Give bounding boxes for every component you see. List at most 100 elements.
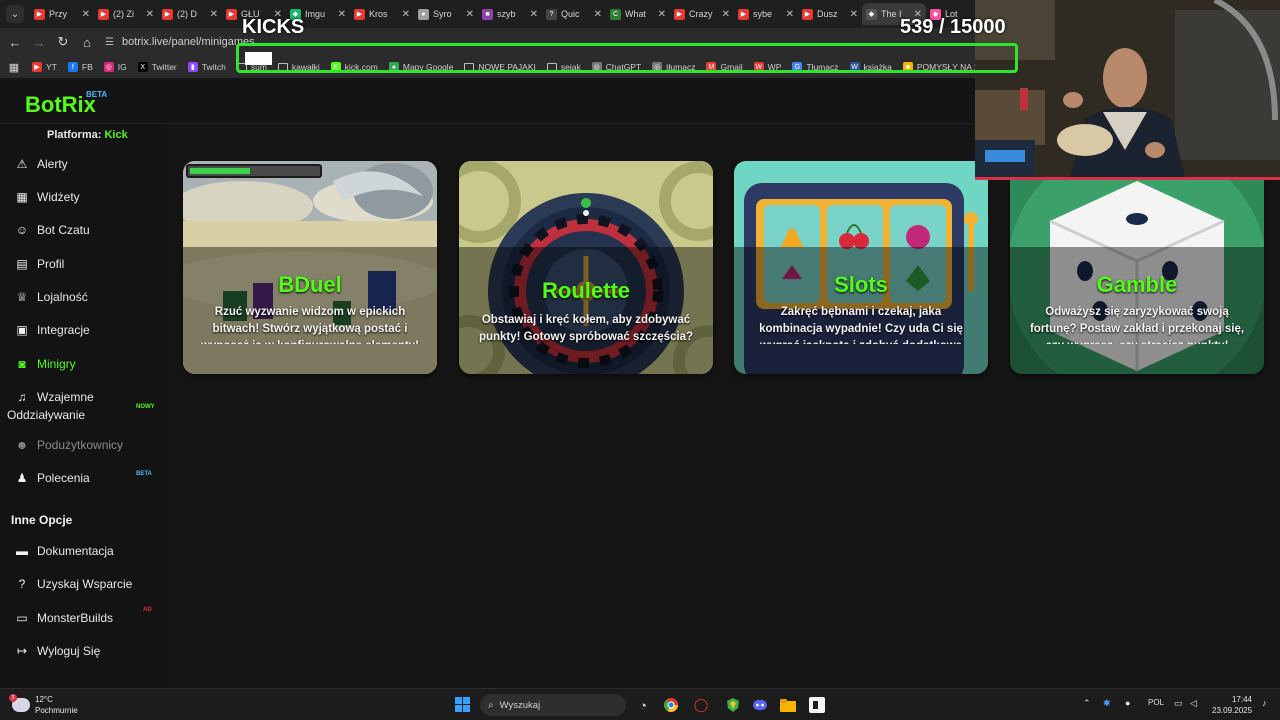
sidebar-item-widżety[interactable]: ▦ Widżety <box>14 190 79 204</box>
microphone-icon[interactable]: ● <box>1125 698 1130 708</box>
platform-label: Platforma: <box>47 129 102 141</box>
users-icon: ☻ <box>15 438 29 452</box>
home-icon[interactable]: ⌂ <box>75 30 99 54</box>
close-tab-icon[interactable]: ✕ <box>530 9 538 20</box>
sidebar-item-alerty[interactable]: ⚠ Alerty <box>14 157 68 171</box>
close-tab-icon[interactable]: ✕ <box>146 9 154 20</box>
chevron-up-icon[interactable]: ⌃ <box>1083 698 1091 709</box>
bookmark-item[interactable]: f FB <box>67 62 93 72</box>
clock-date: 23.09.2025 <box>1212 706 1253 715</box>
close-tab-icon[interactable]: ✕ <box>722 9 730 20</box>
bookmark-item[interactable]: ▶ YT <box>32 62 57 72</box>
reload-icon[interactable]: ↻ <box>51 30 75 54</box>
tab-favicon-icon: ▶ <box>354 8 365 20</box>
search-icon: ⌕ <box>488 699 494 711</box>
browser-tab[interactable]: ● Syro ✕ <box>414 3 478 25</box>
browser-tab[interactable]: ■ szyb ✕ <box>478 3 542 25</box>
webcam-feed <box>975 0 1280 178</box>
system-clock[interactable]: 17:44 23.09.2025 <box>1212 694 1252 716</box>
browser-tab[interactable]: ▶ Przy ✕ <box>30 3 94 25</box>
tab-title: Przy <box>49 9 67 19</box>
bookmark-item[interactable]: ◎ IG <box>103 62 127 72</box>
logout-icon: ↦ <box>16 644 28 658</box>
game-description: Zakręć bębnami i czekaj, jaka kombinacja… <box>759 306 963 344</box>
taskbar-app-icon[interactable] <box>806 694 828 716</box>
sidebar-item-minigry[interactable]: ◙ Minigry <box>14 357 75 371</box>
bookmark-favicon-icon: ▶ <box>32 62 42 72</box>
game-card-roulette[interactable]: Roulette Obstawiaj i kręć kołem, aby zdo… <box>459 161 713 374</box>
sidebar-item-bot-czatu[interactable]: ☺ Bot Czatu <box>14 223 90 237</box>
tab-search-dropdown-icon[interactable]: ⌄ <box>6 5 24 23</box>
tab-favicon-icon: ? <box>546 8 557 20</box>
browser-tab[interactable]: ▶ Crazy ✕ <box>670 3 734 25</box>
app-header: BotRix BETA <box>0 78 975 124</box>
taskbar-app-icon[interactable]: ◔ <box>632 694 654 716</box>
gamepad-icon: ◙ <box>18 357 26 371</box>
browser-tab[interactable]: ▶ Dusz ✕ <box>798 3 862 25</box>
bookmark-label: YT <box>46 62 57 72</box>
sidebar-item-monsterbuilds[interactable]: ▭ MonsterBuilds <box>14 611 113 625</box>
bluetooth-icon[interactable]: ✱ <box>1103 698 1111 709</box>
close-tab-icon[interactable]: ✕ <box>658 9 666 20</box>
tab-title: Quic <box>561 9 580 19</box>
close-tab-icon[interactable]: ✕ <box>594 9 602 20</box>
browser-tab[interactable]: ▶ Kros ✕ <box>350 3 414 25</box>
shield-browser-icon[interactable] <box>722 694 744 716</box>
game-title: Gamble <box>1096 272 1178 297</box>
sidebar-item-wyloguj-się[interactable]: ↦ Wyloguj Się <box>14 644 100 658</box>
chrome-icon[interactable] <box>660 694 682 716</box>
windows-start-icon[interactable] <box>455 697 470 712</box>
sidebar-item-integracje[interactable]: ▣ Integracje <box>14 323 89 337</box>
discord-icon[interactable] <box>749 694 771 716</box>
sidebar-item-podużytkownicy[interactable]: ☻ Podużytkownicy <box>14 438 123 452</box>
browser-tab[interactable]: C What ✕ <box>606 3 670 25</box>
browser-tab[interactable]: ▶ sybe ✕ <box>734 3 798 25</box>
close-tab-icon[interactable]: ✕ <box>850 9 858 20</box>
close-tab-icon[interactable]: ✕ <box>402 9 410 20</box>
browser-tab[interactable]: ▶ (2) Zi ✕ <box>94 3 158 25</box>
close-tab-icon[interactable]: ✕ <box>82 9 90 20</box>
sidebar-item-polecenia[interactable]: ♟ Polecenia <box>14 471 90 485</box>
taskbar-search[interactable]: ⌕ Wyszukaj <box>480 694 626 716</box>
file-explorer-icon[interactable] <box>777 694 799 716</box>
language-indicator[interactable]: POL <box>1148 698 1164 707</box>
address-bar[interactable]: ☰ botrix.live/panel/minigames <box>105 31 255 53</box>
tab-title: Crazy <box>689 9 713 19</box>
opera-icon[interactable]: ◯ <box>690 694 712 716</box>
sidebar-item-wzajemne[interactable]: ♫ Wzajemne <box>14 390 94 404</box>
site-info-icon[interactable]: ☰ <box>105 37 114 48</box>
network-icon[interactable]: ▭ <box>1174 698 1183 709</box>
sidebar-item-lojalność[interactable]: ♕ Lojalność <box>14 290 88 304</box>
close-tab-icon[interactable]: ✕ <box>338 9 346 20</box>
sidebar-item-label-continued[interactable]: Oddziaływanie <box>7 408 85 422</box>
notification-bell-icon[interactable]: ♪ <box>1262 698 1267 708</box>
url-text: botrix.live/panel/minigames <box>121 36 255 48</box>
close-tab-icon[interactable]: ✕ <box>466 9 474 20</box>
game-card-gamble[interactable]: Gamble Odważysz się zaryzykować swoją fo… <box>1010 161 1264 374</box>
sidebar-item-label: Polecenia <box>37 471 90 485</box>
tab-title: What <box>625 9 647 19</box>
forward-arrow-icon[interactable]: → <box>27 30 51 54</box>
close-tab-icon[interactable]: ✕ <box>786 9 794 20</box>
tab-title: szyb <box>497 9 516 19</box>
bookmark-item[interactable]: X Twitter <box>137 62 177 72</box>
sidebar-item-profil[interactable]: ▤ Profil <box>14 257 64 271</box>
weather-widget[interactable]: 3 12°C Pochmurnie <box>9 694 78 716</box>
widgets-icon: ▦ <box>16 190 28 204</box>
bookmark-item[interactable]: ▮ Twitch <box>187 62 226 72</box>
close-tab-icon[interactable]: ✕ <box>210 9 218 20</box>
tab-title: Kros <box>369 9 388 19</box>
apps-grid-icon[interactable]: ▦ <box>2 55 26 79</box>
tab-favicon-icon: ▶ <box>162 8 173 20</box>
clock-time: 17:44 <box>1231 695 1252 704</box>
sidebar-item-uzyskaj-wsparcie[interactable]: ? Uzyskaj Wsparcie <box>14 577 133 591</box>
browser-tab[interactable]: ▶ (2) D ✕ <box>158 3 222 25</box>
sidebar-item-dokumentacja[interactable]: ▬ Dokumentacja <box>14 544 114 558</box>
volume-icon[interactable]: ◁ <box>1190 698 1197 709</box>
game-card-bduel[interactable]: BDuel Rzuć wyzwanie widzom w epickich bi… <box>183 161 437 374</box>
browser-tab[interactable]: ? Quic ✕ <box>542 3 606 25</box>
game-card-slots[interactable]: Slots Zakręć bębnami i czekaj, jaka komb… <box>734 161 988 374</box>
alert-icon: ⚠ <box>16 157 28 171</box>
tab-title: Syro <box>433 9 452 19</box>
back-arrow-icon[interactable]: ← <box>3 30 27 54</box>
